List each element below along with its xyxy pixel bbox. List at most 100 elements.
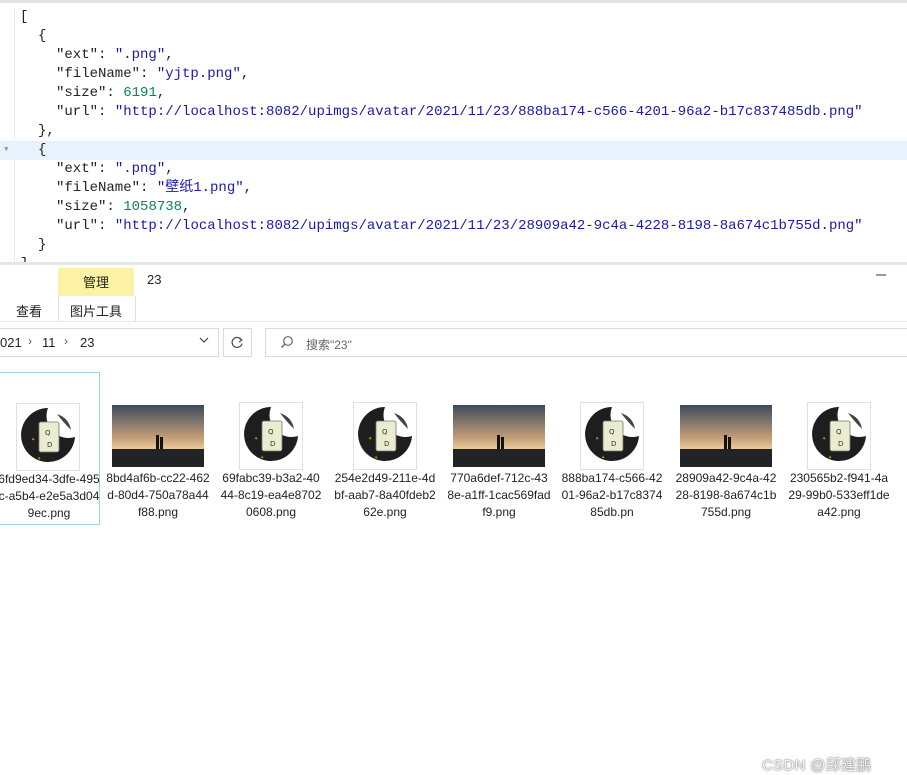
json-line: "fileName": "壁纸1.png", (56, 180, 253, 196)
json-line-highlighted: ▾ { (0, 141, 907, 160)
landscape-thumbnail (680, 405, 772, 467)
window-title: 23 (147, 272, 162, 287)
window-divider (0, 262, 907, 265)
svg-text:✦: ✦ (822, 436, 826, 442)
json-string: ".png" (114, 161, 166, 177)
file-name: 69fabc39-b3a2-4044-8c19-ea4e87020608.png (220, 471, 322, 519)
file-name: 230565b2-f941-4a29-99b0-533eff1dea42.png (788, 471, 890, 519)
svg-text:✦: ✦ (260, 455, 264, 461)
file-name: 8bd4af6b-cc22-462d-80d4-750a78a44f88.png (106, 471, 210, 519)
svg-text:Q: Q (382, 428, 388, 436)
logo-thumbnail: Q D ✦ ✦ (580, 402, 644, 470)
watermark: CSDN @邱建鹏 (762, 757, 872, 774)
svg-text:D: D (838, 440, 843, 448)
svg-text:✦: ✦ (368, 436, 372, 442)
logo-thumbnail: Q D ✦ ✦ (807, 402, 871, 470)
json-key: "fileName" (56, 180, 141, 196)
json-brace: }, (38, 123, 55, 139)
svg-text:Q: Q (45, 429, 51, 437)
json-key: "ext" (56, 47, 99, 63)
tab-picture-tools[interactable]: 图片工具 (70, 301, 122, 320)
json-string: ".png" (114, 47, 166, 63)
file-item[interactable]: Q D ✦ ✦ 254e2d49-211e-4dbf-aab7-8a40fdeb… (333, 372, 437, 525)
chevron-down-icon[interactable] (199, 335, 209, 345)
json-number: 6191 (123, 85, 157, 101)
json-line: "url": "http://localhost:8082/upimgs/ava… (56, 218, 863, 234)
svg-text:D: D (611, 440, 616, 448)
json-viewer: [ { "ext": ".png", "fileName": "yjtp.png… (0, 0, 907, 262)
json-line: }, (0, 122, 907, 141)
svg-text:✦: ✦ (374, 455, 378, 461)
landscape-thumbnail (112, 405, 204, 467)
minimize-icon[interactable] (875, 268, 887, 282)
ribbon-divider (0, 321, 907, 322)
breadcrumb-day[interactable]: 23 (80, 335, 94, 350)
json-line: [ (0, 8, 907, 27)
tab-view[interactable]: 查看 (16, 301, 42, 320)
file-item[interactable]: 28909a42-9c4a-4228-8198-8a674c1b755d.png (674, 372, 778, 525)
json-line: "ext": ".png", (56, 47, 174, 63)
svg-text:D: D (270, 440, 275, 448)
file-item[interactable]: Q D ✦ ✦ 888ba174-c566-4201-96a2-b17c8374… (560, 372, 664, 525)
svg-text:D: D (384, 440, 389, 448)
landscape-thumbnail (453, 405, 545, 467)
json-number: 1058738 (123, 199, 183, 215)
file-explorer-window: 管理 23 查看 图片工具 021 › 11 › 23 搜索"23" Q D ✦… (0, 262, 907, 774)
json-brace: { (38, 28, 47, 44)
svg-text:✦: ✦ (254, 436, 258, 442)
search-box[interactable]: 搜索"23" (265, 328, 907, 357)
json-key: "fileName" (56, 66, 141, 82)
json-line: ] (0, 255, 907, 262)
file-name: 888ba174-c566-4201-96a2-b17c837485db.pn (561, 471, 663, 519)
file-item[interactable]: Q D ✦ ✦ 69fabc39-b3a2-4044-8c19-ea4e8702… (219, 372, 323, 525)
breadcrumb-separator-icon[interactable]: › (64, 334, 68, 348)
svg-text:✦: ✦ (31, 437, 35, 443)
json-string: "壁纸1.png" (156, 180, 244, 196)
json-line: "ext": ".png", (56, 161, 174, 177)
json-line: } (0, 236, 907, 255)
breadcrumb-month[interactable]: 11 (42, 335, 56, 350)
top-divider (0, 0, 907, 3)
logo-thumbnail: Q D ✦ ✦ (16, 403, 80, 471)
manage-context-tab[interactable]: 管理 (58, 268, 134, 296)
search-icon (281, 336, 293, 348)
breadcrumb-separator-icon[interactable]: › (28, 334, 32, 348)
json-key: "ext" (56, 161, 99, 177)
svg-text:Q: Q (609, 428, 615, 436)
file-item[interactable]: Q D ✦ ✦ 6fd9ed34-3dfe-495c-a5b4-e2e5a3d0… (0, 372, 100, 525)
json-line: "fileName": "yjtp.png", (56, 66, 250, 82)
fold-marker-icon[interactable]: ▾ (3, 141, 10, 160)
svg-text:✦: ✦ (601, 455, 605, 461)
file-item[interactable]: 8bd4af6b-cc22-462d-80d4-750a78a44f88.png (106, 372, 210, 525)
logo-thumbnail: Q D ✦ ✦ (353, 402, 417, 470)
svg-text:Q: Q (836, 428, 842, 436)
file-name: 28909a42-9c4a-4228-8198-8a674c1b755d.png (675, 471, 777, 519)
json-line: "size": 6191, (56, 85, 166, 101)
json-link[interactable]: "http://localhost:8082/upimgs/avatar/202… (115, 218, 863, 234)
json-link[interactable]: "http://localhost:8082/upimgs/avatar/202… (115, 104, 863, 120)
address-bar[interactable]: 021 › 11 › 23 (0, 328, 219, 357)
logo-thumbnail: Q D ✦ ✦ (239, 402, 303, 470)
json-key: "url" (56, 218, 99, 234)
file-item[interactable]: 770a6def-712c-438e-a1ff-1cac569fadf9.png (447, 372, 551, 525)
json-key: "size" (56, 199, 107, 215)
json-line: { (0, 27, 907, 46)
file-name: 254e2d49-211e-4dbf-aab7-8a40fdeb262e.png (334, 471, 436, 519)
svg-text:✦: ✦ (828, 455, 832, 461)
svg-text:D: D (47, 441, 52, 449)
file-name: 770a6def-712c-438e-a1ff-1cac569fadf9.png (447, 471, 551, 519)
file-item[interactable]: Q D ✦ ✦ 230565b2-f941-4a29-99b0-533eff1d… (787, 372, 891, 525)
svg-text:✦: ✦ (595, 436, 599, 442)
json-brace: { (38, 142, 47, 158)
json-string: "yjtp.png" (156, 66, 241, 82)
json-key: "size" (56, 85, 107, 101)
svg-text:Q: Q (268, 428, 274, 436)
search-placeholder: 搜索"23" (306, 338, 352, 352)
json-open-bracket: [ (20, 9, 29, 25)
json-key: "url" (56, 104, 99, 120)
svg-text:✦: ✦ (37, 456, 41, 462)
json-line: "url": "http://localhost:8082/upimgs/ava… (56, 104, 863, 120)
file-name: 6fd9ed34-3dfe-495c-a5b4-e2e5a3d049ec.png (0, 472, 100, 520)
breadcrumb-year[interactable]: 021 (0, 335, 22, 350)
refresh-button[interactable] (223, 328, 252, 357)
